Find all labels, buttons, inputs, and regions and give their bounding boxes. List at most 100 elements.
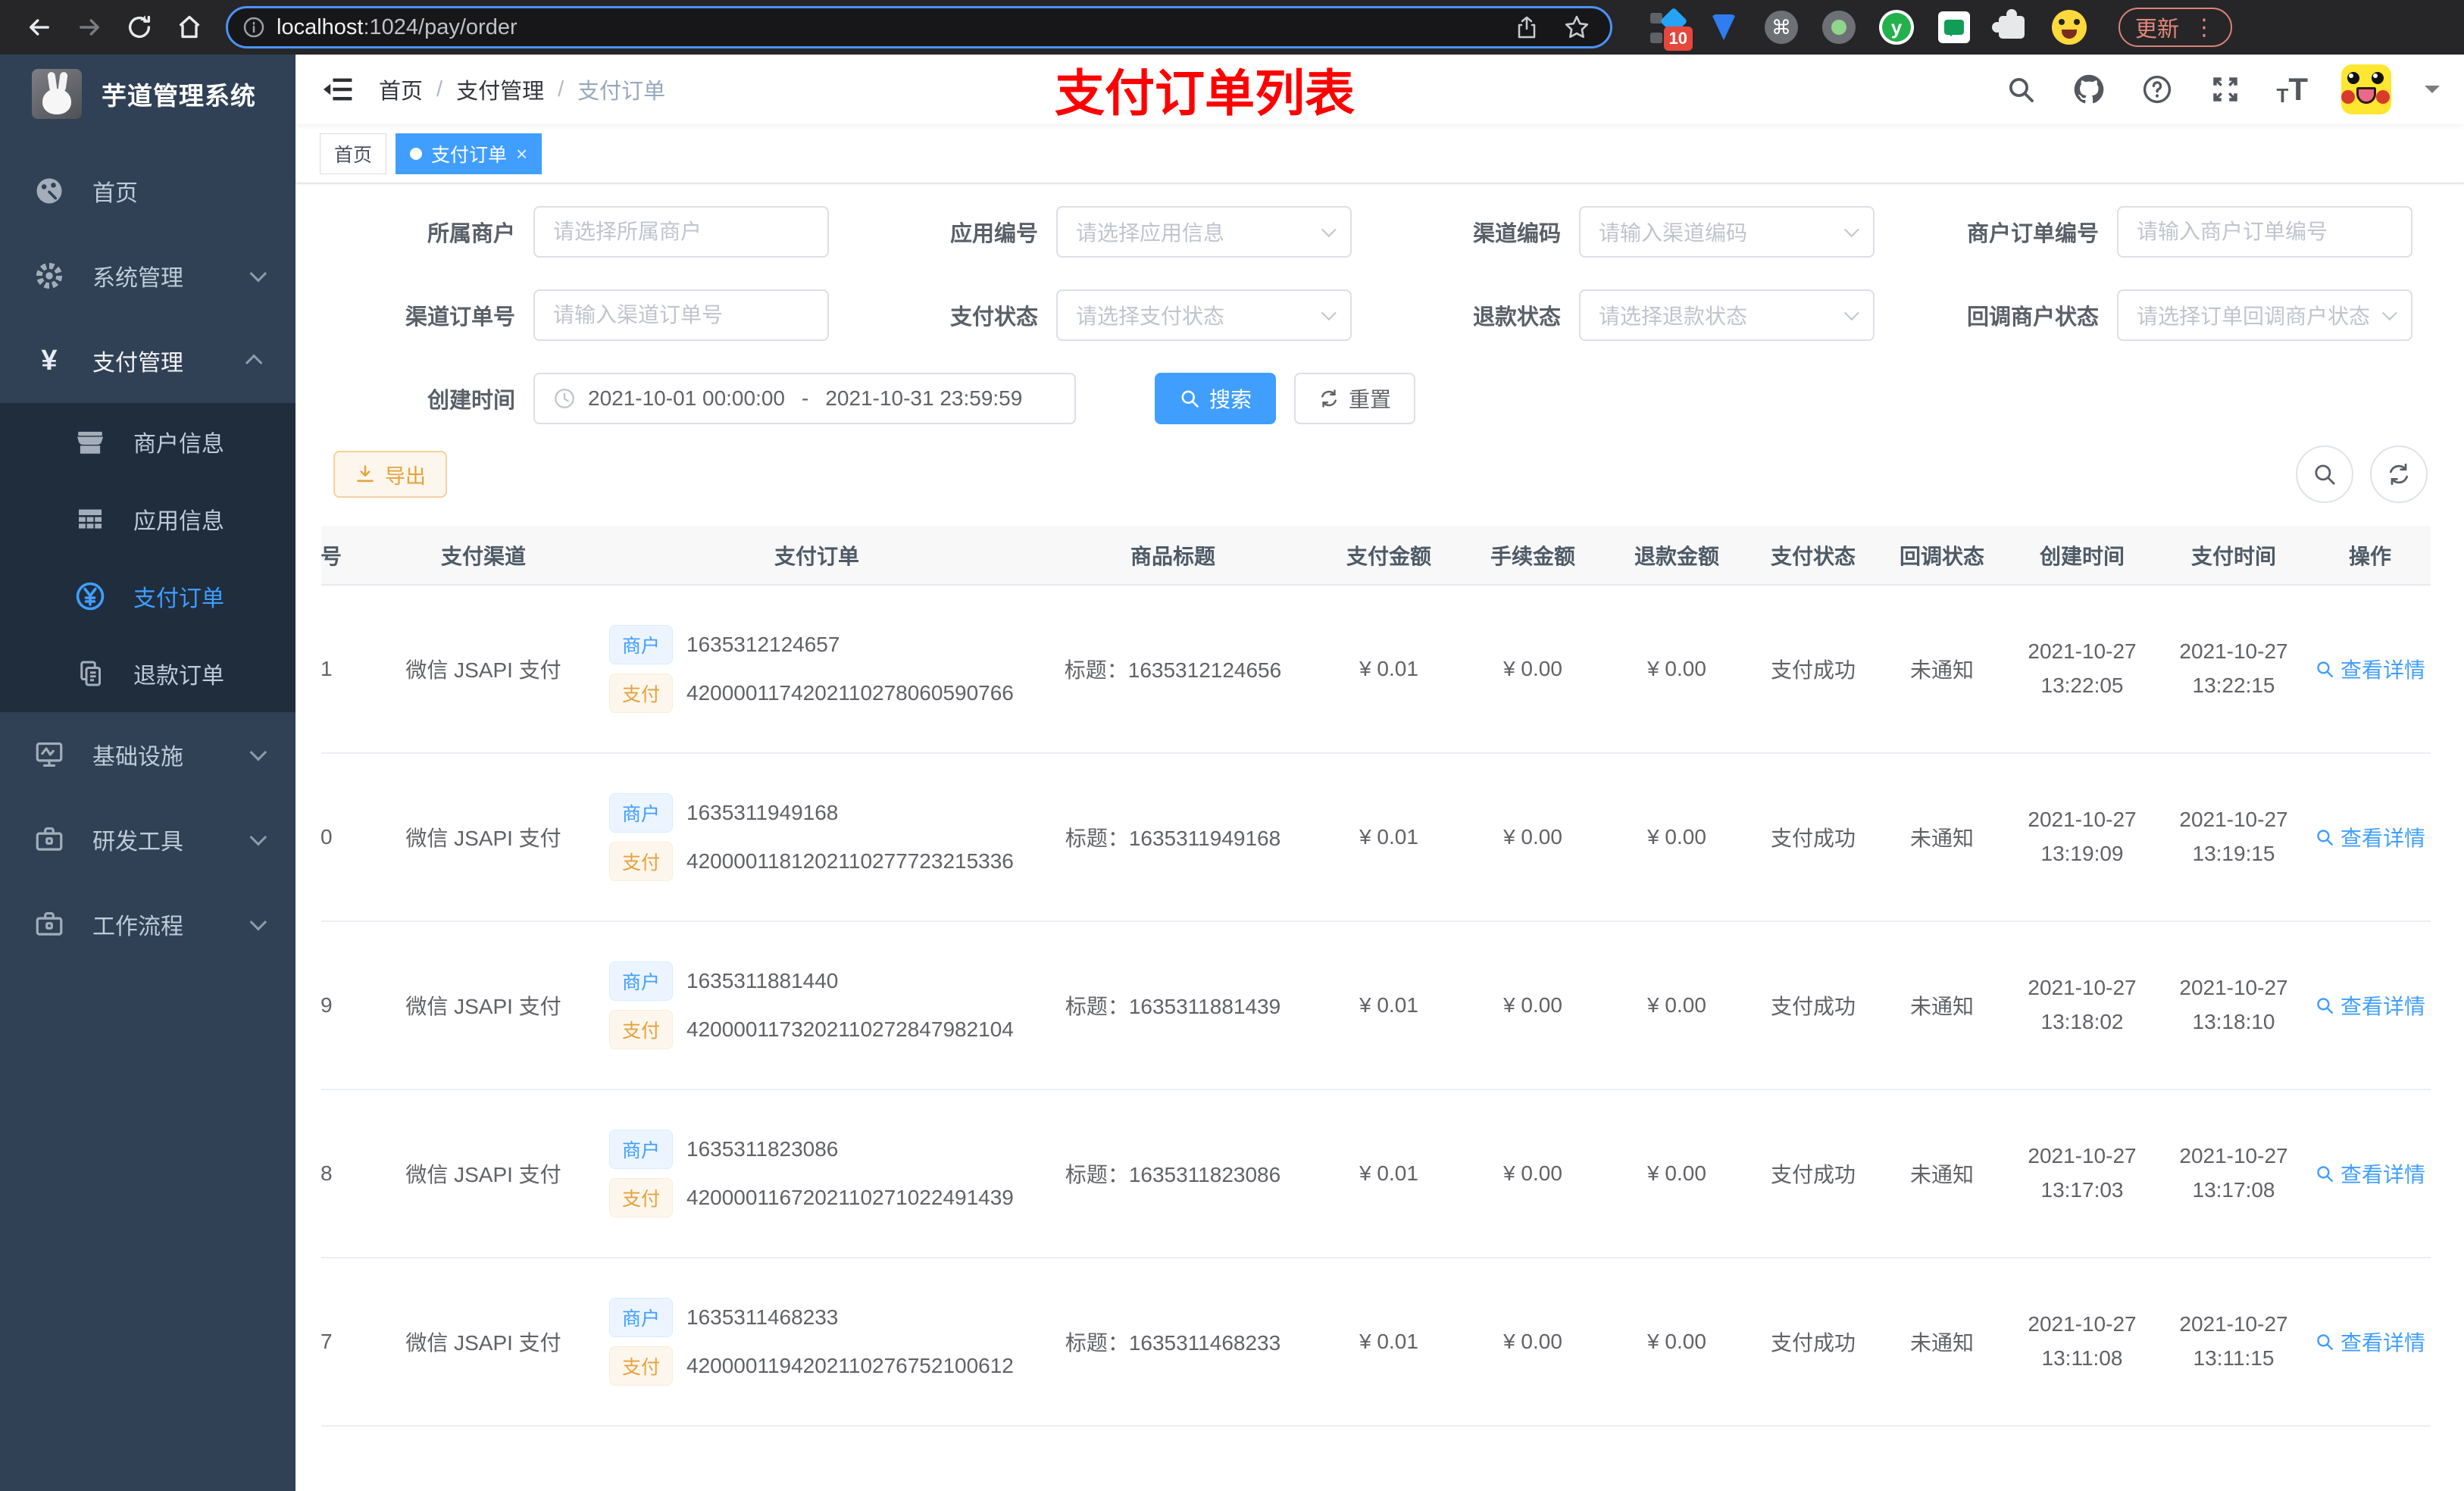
channel-order-no-input[interactable] (533, 289, 829, 341)
cell-pay-time: 2021-10-27 13:17:08 (2158, 1089, 2309, 1258)
view-detail-link[interactable]: 查看详情 (2315, 990, 2425, 1021)
breadcrumb-pay-manage[interactable]: 支付管理 (456, 73, 544, 105)
sidebar-fold-icon[interactable] (320, 71, 356, 108)
page-content: 所属商户 应用编号 请选择应用信息 渠道编码 (295, 183, 2464, 1491)
sidebar-item-dev-tools[interactable]: 研发工具 (0, 797, 295, 882)
site-info-icon[interactable] (242, 15, 266, 39)
cell-actions: 查看详情 (2309, 753, 2431, 922)
share-icon[interactable] (1507, 8, 1546, 47)
search-icon[interactable] (2003, 72, 2038, 107)
tab-pay-order[interactable]: 支付订单 × (396, 133, 543, 174)
sidebar-item-label: 商户信息 (133, 432, 224, 457)
sidebar-item-system[interactable]: 系统管理 (0, 233, 295, 318)
sidebar-item-pay-order[interactable]: 支付订单 (0, 558, 295, 635)
pay-order-line: 支付 4200001181202110277723215336 (609, 842, 1029, 881)
browser-back-button[interactable] (20, 8, 59, 47)
filter-merchant-order-no: 商户订单编号 (1935, 206, 2412, 258)
filter-label: 渠道订单号 (405, 305, 515, 330)
extension-emoji-icon[interactable] (2052, 10, 2087, 45)
merchant-input[interactable] (533, 206, 829, 258)
browser-reload-button[interactable] (120, 8, 159, 47)
cell-pay-status: 支付成功 (1749, 1089, 1878, 1258)
browser-home-button[interactable] (170, 8, 209, 47)
export-button[interactable]: 导出 (333, 451, 447, 498)
cell-product-title (1029, 1426, 1317, 1491)
pay-status-select[interactable]: 请选择支付状态 (1056, 289, 1352, 341)
browser-toolbar: localhost:1024/pay/order 10 ⌘ y 更新 ⋮ (0, 0, 2464, 55)
breadcrumb-home[interactable]: 首页 (379, 73, 423, 105)
sidebar-item-home[interactable]: 首页 (0, 148, 295, 233)
filter-label: 创建时间 (427, 389, 515, 413)
bookmark-star-icon[interactable] (1557, 8, 1596, 47)
channel-code-select[interactable]: 请输入渠道编码 (1579, 206, 1875, 258)
cell-pay-time: 2021-10-27 13:22:15 (2158, 585, 2309, 754)
sidebar-item-workflow[interactable]: 工作流程 (0, 882, 295, 967)
github-icon[interactable] (2072, 72, 2106, 107)
table-settings (2296, 445, 2441, 503)
sidebar-item-infrastructure[interactable]: 基础设施 (0, 712, 295, 797)
browser-update-button[interactable]: 更新 ⋮ (2118, 8, 2233, 47)
reset-button[interactable]: 重置 (1294, 373, 1416, 424)
view-detail-link[interactable]: 查看详情 (2315, 822, 2425, 852)
view-detail-link[interactable]: 查看详情 (2315, 1327, 2425, 1357)
extension-y-icon[interactable]: y (1879, 10, 1914, 45)
sidebar-item-refund-order[interactable]: 退款订单 (0, 635, 295, 712)
pay-order-line: 支付 4200001167202110271022491439 (609, 1178, 1029, 1217)
avatar-caret-down-icon[interactable] (2425, 86, 2440, 101)
chevron-up-icon (245, 354, 263, 372)
fullscreen-icon[interactable] (2208, 72, 2243, 107)
sidebar-item-payment[interactable]: ¥ 支付管理 (0, 318, 295, 403)
cell-refund-amount: ¥ 0.00 (1605, 1258, 1749, 1427)
cell-fee-amount: ¥ 0.00 (1461, 1258, 1605, 1427)
refund-status-select[interactable]: 请选择退款状态 (1579, 289, 1875, 341)
sidebar: 芋道管理系统 首页 系统管理 ¥ 支付管理 商户信息 应用信息 支付订单 退款订… (0, 55, 295, 1491)
extension-recorder-icon[interactable] (1821, 10, 1856, 45)
merchant-input-field[interactable] (553, 220, 809, 244)
filter-refund-status: 退款状态 请选择退款状态 (1412, 289, 1875, 341)
font-size-icon[interactable]: TT (2276, 73, 2308, 106)
table-row: 21微信 JSAPI 支付商户 1635312124657 支付 4200001174… (321, 585, 2431, 754)
app-select[interactable]: 请选择应用信息 (1056, 206, 1352, 258)
sidebar-item-app-info[interactable]: 应用信息 (0, 480, 295, 558)
extension-command-icon[interactable]: ⌘ (1764, 10, 1799, 45)
tab-close-icon[interactable]: × (516, 144, 527, 164)
cell-fee-amount: ¥ 0.00 (1461, 1089, 1605, 1258)
merchant-order-no-input[interactable] (2117, 206, 2412, 258)
address-bar[interactable]: localhost:1024/pay/order (226, 6, 1612, 48)
cell-create-time (2006, 1426, 2158, 1491)
tab-home[interactable]: 首页 (320, 133, 387, 174)
cell-notify-status: 未通知 (1878, 585, 2006, 754)
extension-puzzle-icon[interactable] (1992, 9, 2029, 45)
extension-chat-icon[interactable] (1937, 10, 1972, 45)
select-caret-icon (1321, 222, 1337, 238)
extension-tasks-icon[interactable]: 10 (1649, 7, 1693, 51)
help-icon[interactable] (2140, 72, 2175, 107)
briefcase-icon (32, 907, 67, 942)
col-notify-status: 回调状态 (1878, 526, 2006, 586)
avatar[interactable] (2341, 64, 2391, 114)
browser-menu-icon[interactable]: ⋮ (2193, 14, 2215, 41)
sidebar-item-merchant-info[interactable]: 商户信息 (0, 403, 295, 480)
refresh-table-button[interactable] (2370, 445, 2428, 503)
create-date: 2021-10-27 (2028, 639, 2137, 664)
pay-order-line: 支付 4200001194202110276752100612 (609, 1346, 1029, 1386)
view-detail-link[interactable]: 查看详情 (2315, 654, 2425, 684)
notify-status-select[interactable]: 请选择订单回调商户状态 (2117, 289, 2412, 341)
pay-tag: 支付 (609, 1178, 674, 1217)
browser-forward-button[interactable] (70, 8, 109, 47)
merchant-order-no-field[interactable] (2137, 220, 2393, 244)
logo[interactable]: 芋道管理系统 (0, 55, 295, 133)
pay-clock: 13:11:15 (2193, 1346, 2275, 1370)
extension-gem-icon[interactable] (1706, 10, 1741, 45)
view-detail-link[interactable]: 查看详情 (2315, 1158, 2425, 1189)
cell-order-id (321, 1426, 362, 1491)
toggle-search-button[interactable] (2296, 445, 2353, 503)
create-time-range-picker[interactable]: 2021-10-01 00:00:00 - 2021-10-31 23:59:5… (533, 373, 1076, 424)
create-clock: 13:17:03 (2040, 1178, 2124, 1202)
clock-icon (555, 389, 574, 408)
col-pay-channel: 支付渠道 (362, 526, 605, 586)
create-date: 2021-10-27 (2028, 808, 2137, 832)
search-button[interactable]: 搜索 (1155, 373, 1277, 424)
channel-order-no-field[interactable] (553, 303, 809, 327)
merchant-tag: 商户 (609, 1130, 674, 1169)
